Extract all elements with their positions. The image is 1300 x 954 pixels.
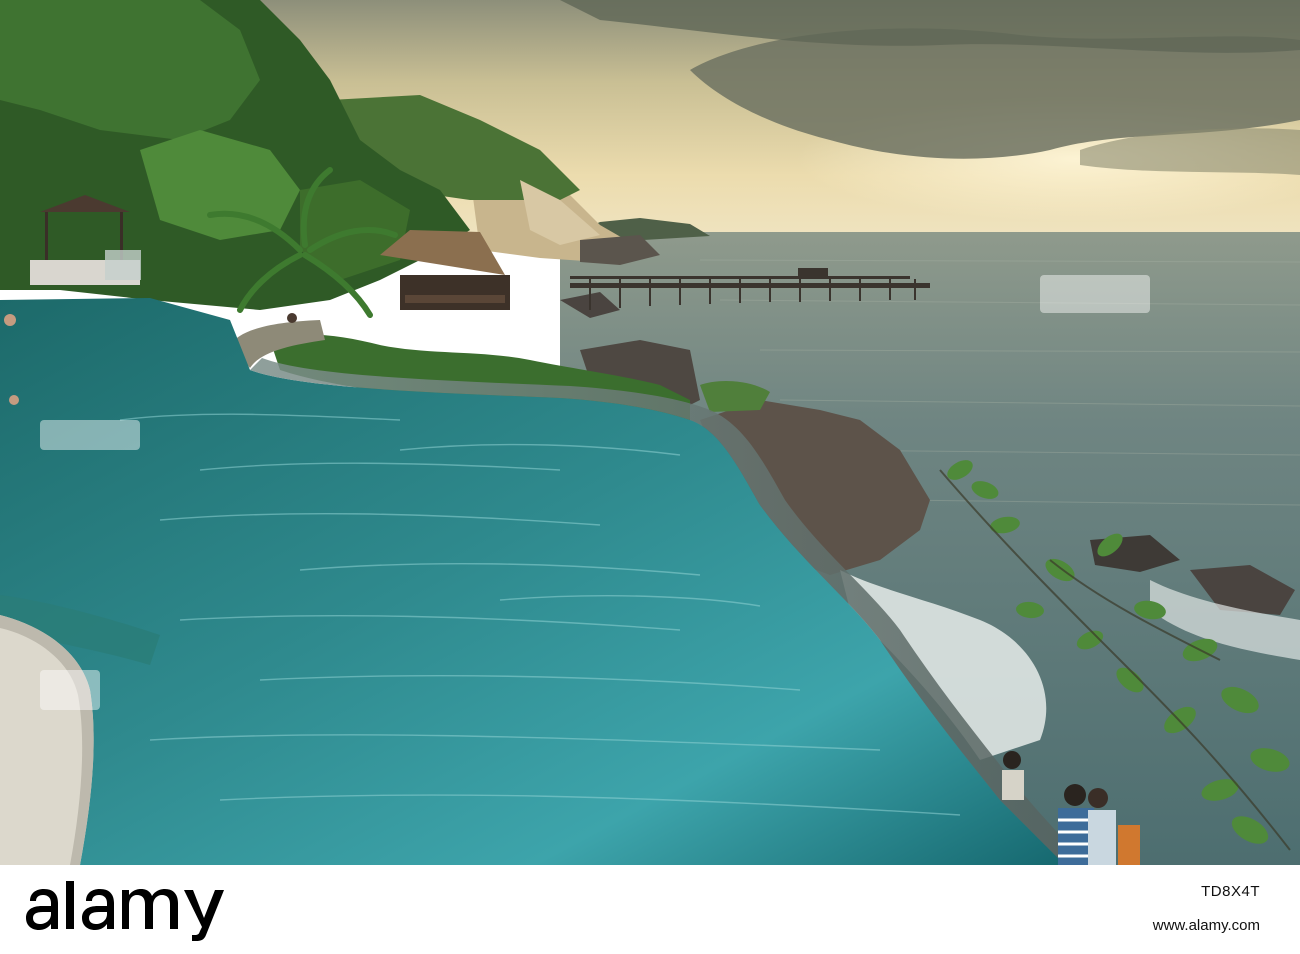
- site-url: www.alamy.com: [1152, 917, 1260, 934]
- alamy-logo: [26, 881, 224, 941]
- image-id: TD8X4T: [1201, 883, 1260, 900]
- photo-scene: [0, 0, 1300, 865]
- stock-footer: TD8X4T www.alamy.com: [0, 865, 1300, 954]
- swimmer: [4, 314, 16, 326]
